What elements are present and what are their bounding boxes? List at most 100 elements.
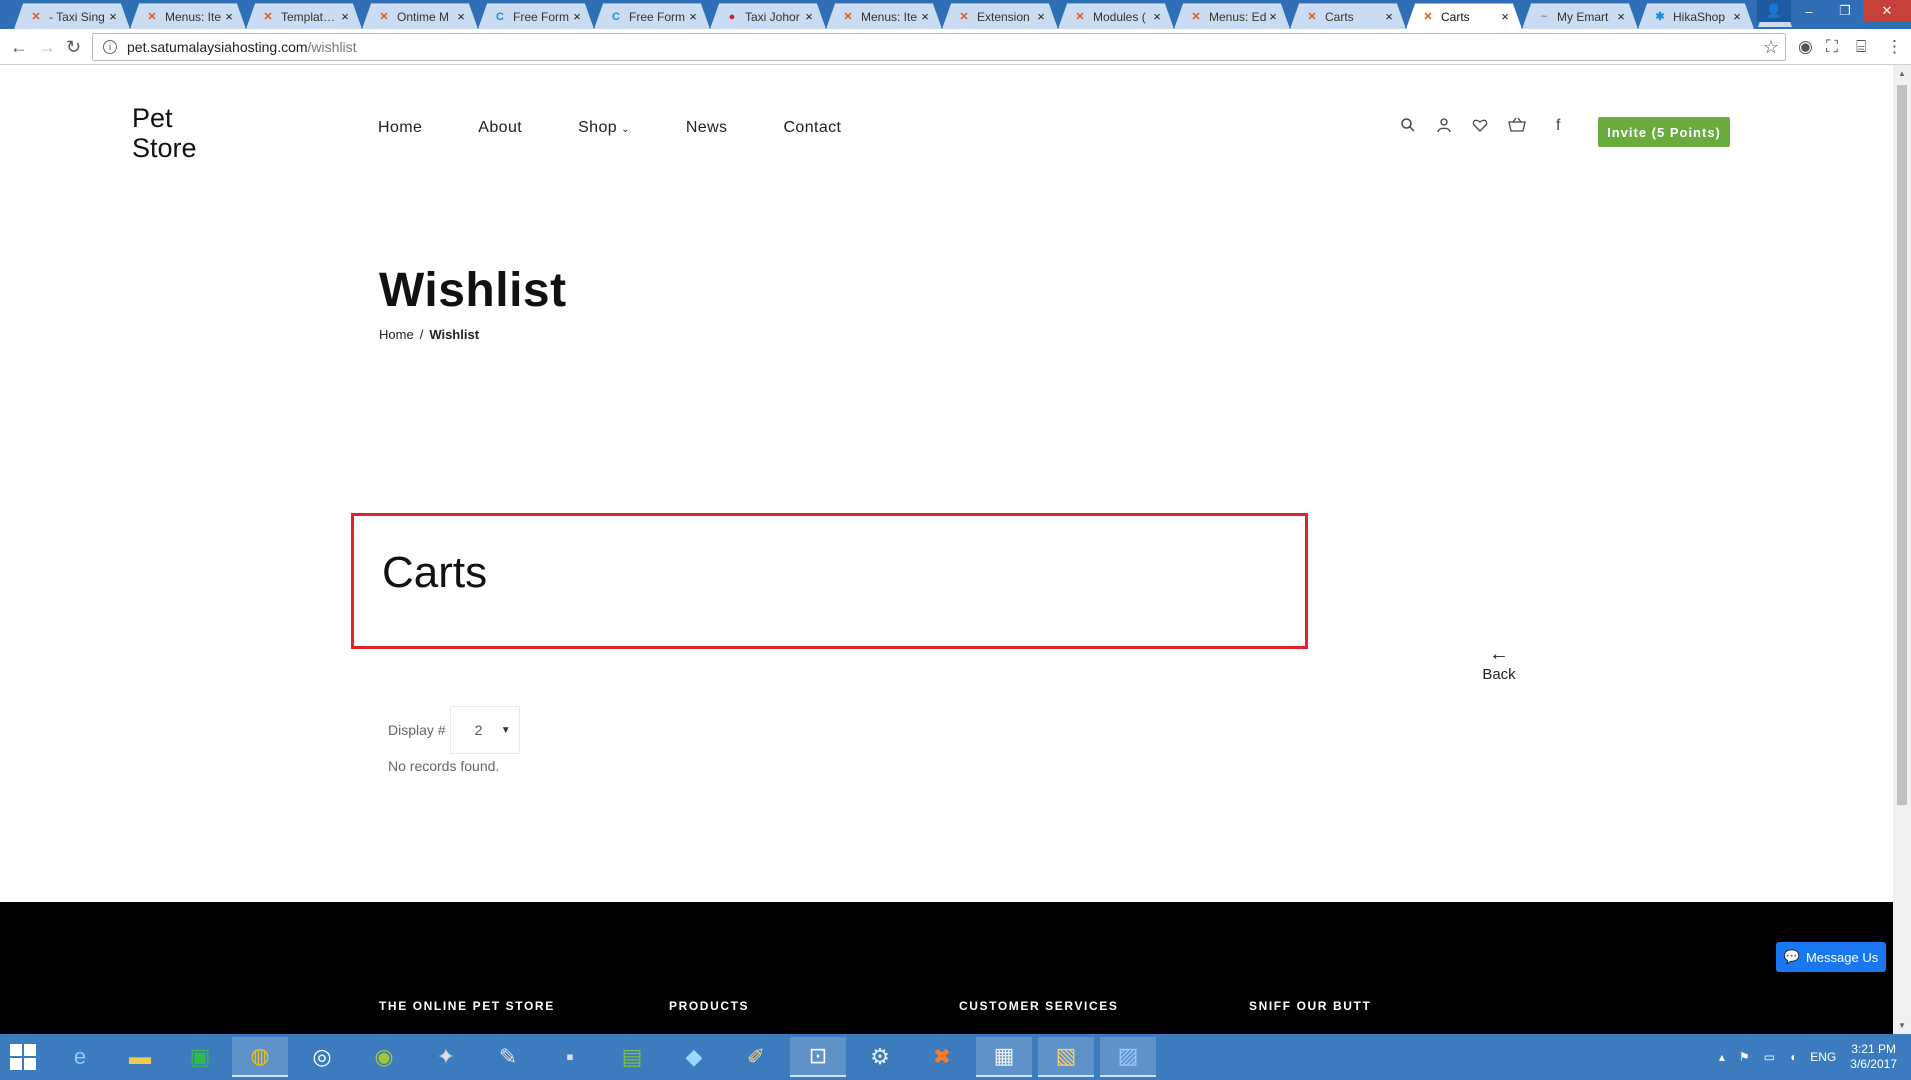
menu-kebab-icon[interactable]: ⋮ xyxy=(1886,37,1903,57)
c-icon: C xyxy=(612,10,620,23)
internet-explorer-icon[interactable]: e xyxy=(52,1037,108,1077)
close-icon[interactable]: × xyxy=(803,9,815,24)
app-icon-gear[interactable]: ⚙ xyxy=(852,1037,908,1077)
basket-icon[interactable] xyxy=(1508,117,1526,138)
close-icon[interactable]: × xyxy=(339,9,351,24)
windows-start-icon[interactable] xyxy=(10,1044,38,1072)
messenger-button[interactable]: 💬 Message Us xyxy=(1776,942,1886,972)
store-icon[interactable]: ▣ xyxy=(172,1037,228,1077)
nav-contact[interactable]: Contact xyxy=(783,119,841,137)
close-icon[interactable]: × xyxy=(455,9,467,24)
browser-tab[interactable]: ✕ Modules (× xyxy=(1058,3,1174,29)
chrome-icon[interactable]: ◍ xyxy=(232,1037,288,1077)
display-count-row: Display # 2 ▼ xyxy=(388,706,520,754)
clock[interactable]: 3:21 PM 3/6/2017 xyxy=(1850,1042,1897,1072)
nav-home[interactable]: Home xyxy=(378,119,422,137)
snipping-tool-icon[interactable]: ⊡ xyxy=(790,1037,846,1077)
volume-icon[interactable]: ◖ xyxy=(1789,1050,1796,1064)
browser-tab-active[interactable]: ✕ Carts × xyxy=(1406,3,1522,29)
browser-tab[interactable]: ✱ HikaShop × xyxy=(1638,3,1754,29)
restore-icon[interactable]: ❐ xyxy=(1827,0,1863,22)
bookmark-star-icon[interactable]: ☆ xyxy=(1763,37,1779,58)
browser-tab[interactable]: ✕ - Taxi Sing × xyxy=(14,3,130,29)
url-host: pet.satumalaysiahosting.com xyxy=(127,39,308,55)
invite-button[interactable]: Invite (5 Points) xyxy=(1598,117,1730,147)
app-icon-doc[interactable]: ▦ xyxy=(976,1037,1032,1077)
notepad-plus-icon[interactable]: ▤ xyxy=(604,1037,660,1077)
browser-tab[interactable]: ✕ Templates: × xyxy=(246,3,362,29)
info-icon[interactable]: i xyxy=(103,40,117,54)
language-indicator[interactable]: ENG xyxy=(1810,1050,1836,1064)
nav-about[interactable]: About xyxy=(478,119,522,137)
app-icon-book[interactable]: ◆ xyxy=(666,1037,722,1077)
close-icon[interactable]: × xyxy=(107,9,119,24)
search-icon[interactable] xyxy=(1400,117,1416,138)
remote-desktop-icon[interactable]: ▨ xyxy=(1100,1037,1156,1077)
close-icon[interactable]: × xyxy=(1035,9,1047,24)
window-capture-icon[interactable]: ⌸ xyxy=(1856,37,1866,57)
heart-icon[interactable] xyxy=(1472,117,1488,138)
carts-heading: Carts xyxy=(382,548,488,597)
dropdown-arrow-icon: ▼ xyxy=(500,724,511,736)
browser-tab[interactable]: ✕ Menus: Ite × xyxy=(130,3,246,29)
page-scrollbar[interactable]: ▲ ▼ xyxy=(1893,65,1911,1034)
close-icon[interactable]: × xyxy=(1151,9,1163,24)
facebook-icon[interactable]: f xyxy=(1556,117,1560,138)
browser-tab[interactable]: ✕ Extension × xyxy=(942,3,1058,29)
browser-tab[interactable]: C Free Form × xyxy=(594,3,710,29)
close-icon[interactable]: × xyxy=(1731,9,1743,24)
browser-tab[interactable]: ✕ Carts × xyxy=(1290,3,1406,29)
browser-tab[interactable]: ✕ Menus: Ite × xyxy=(826,3,942,29)
camera-icon[interactable]: ◉ xyxy=(1798,37,1813,57)
window-close-icon[interactable]: ✕ xyxy=(1863,0,1911,22)
terminal-icon[interactable]: ▪ xyxy=(542,1037,598,1077)
breadcrumb-home[interactable]: Home xyxy=(379,327,414,342)
app-icon-squid[interactable]: ✦ xyxy=(418,1037,474,1077)
close-icon[interactable]: × xyxy=(1615,9,1627,24)
page-title: Wishlist xyxy=(379,264,567,317)
close-icon[interactable]: × xyxy=(919,9,931,24)
forward-arrow-icon[interactable]: → xyxy=(38,37,56,58)
user-account-icon[interactable] xyxy=(1436,117,1452,138)
back-arrow-icon[interactable]: ← xyxy=(10,37,28,58)
browser-tab[interactable]: ✕ Menus: Ed × xyxy=(1174,3,1290,29)
nav-shop[interactable]: Shop ⌄ xyxy=(578,119,630,137)
app-icon-globe[interactable]: ◎ xyxy=(294,1037,350,1077)
site-logo[interactable]: Pet Store xyxy=(132,103,197,163)
android-studio-icon[interactable]: ◉ xyxy=(356,1037,412,1077)
close-icon[interactable]: × xyxy=(1267,9,1279,24)
browser-tabstrip: ✕ - Taxi Sing × ✕ Menus: Ite × ✕ Templates: × … xyxy=(0,0,1911,29)
tray-expand-icon[interactable]: ▴ xyxy=(1719,1050,1725,1064)
browser-tab[interactable]: ✕ Ontime M × xyxy=(362,3,478,29)
file-explorer-icon[interactable]: ▬ xyxy=(112,1037,168,1077)
scroll-down-icon[interactable]: ▼ xyxy=(1893,1021,1911,1030)
xampp-icon[interactable]: ✖ xyxy=(914,1037,970,1077)
close-icon[interactable]: × xyxy=(687,9,699,24)
joomla-icon: ✕ xyxy=(959,11,969,23)
system-tray: ▴ ⚑ ▭ ◖ ENG 3:21 PM 3/6/2017 xyxy=(1719,1034,1911,1080)
fullscreen-icon[interactable]: ⛶ xyxy=(1826,37,1838,57)
address-bar[interactable]: i pet.satumalaysiahosting.com/wishlist ☆ xyxy=(92,33,1786,61)
close-icon[interactable]: × xyxy=(571,9,583,24)
paint-icon[interactable]: ✐ xyxy=(728,1037,784,1077)
app-icon-paint[interactable]: ✎ xyxy=(480,1037,536,1077)
footer-heading-store: THE ONLINE PET STORE xyxy=(379,999,555,1013)
close-icon[interactable]: × xyxy=(1383,9,1395,24)
scrollbar-thumb[interactable] xyxy=(1897,85,1907,805)
minimize-icon[interactable]: – xyxy=(1791,0,1827,22)
close-icon[interactable]: × xyxy=(223,9,235,24)
reload-icon[interactable]: ↻ xyxy=(66,37,81,58)
back-button[interactable]: ← Back xyxy=(1476,643,1522,683)
scroll-up-icon[interactable]: ▲ xyxy=(1893,69,1911,78)
browser-tab[interactable]: C Free Form × xyxy=(478,3,594,29)
joomla-icon: ✕ xyxy=(147,11,157,23)
display-count-select[interactable]: 2 ▼ xyxy=(449,706,520,754)
network-icon[interactable]: ▭ xyxy=(1764,1050,1775,1064)
app-icon-folder[interactable]: ▧ xyxy=(1038,1037,1094,1077)
flag-icon[interactable]: ⚑ xyxy=(1739,1050,1750,1064)
nav-news[interactable]: News xyxy=(686,119,728,137)
browser-tab[interactable]: ● Taxi Johor × xyxy=(710,3,826,29)
browser-tab[interactable]: ~ My Emart × xyxy=(1522,3,1638,29)
close-icon[interactable]: × xyxy=(1499,9,1511,24)
user-icon[interactable]: 👤 xyxy=(1757,0,1791,22)
